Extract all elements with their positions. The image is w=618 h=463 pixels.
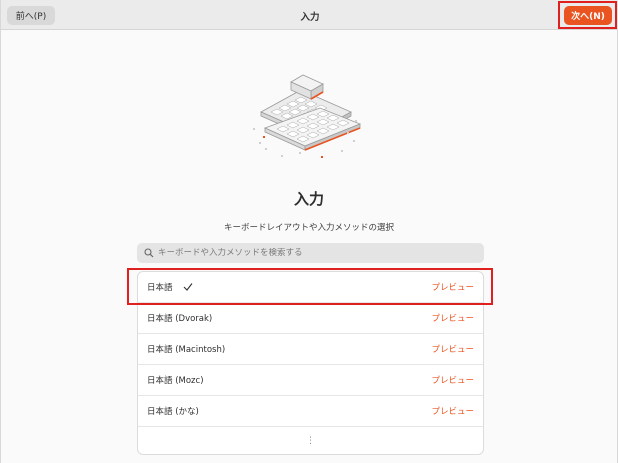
layout-label: 日本語 (Dvorak) (147, 314, 213, 324)
preview-link[interactable]: プレビュー (431, 405, 474, 417)
window-title: 入力 (300, 12, 320, 23)
keyboard-illustration-icon (251, 70, 362, 165)
layout-row-mozc[interactable]: 日本語 (Mozc) プレビュー (138, 365, 483, 396)
page-heading: 入力 (293, 190, 324, 208)
more-options-button[interactable]: ⋮ (138, 427, 483, 454)
preview-link[interactable]: プレビュー (431, 312, 474, 324)
layout-label: 日本語 (Macintosh) (147, 345, 226, 355)
header-bar: 前へ(P) 入力 次へ(N) (1, 0, 618, 30)
preview-link[interactable]: プレビュー (431, 343, 474, 355)
window: 前へ(P) 入力 次へ(N) 入力 キーボードレイアウトや入力メソッドの選択 キ… (0, 0, 618, 463)
search-icon (144, 248, 154, 258)
layout-label: 日本語 (かな) (147, 407, 199, 417)
search-field[interactable] (137, 243, 484, 263)
selected-row-highlight (127, 268, 493, 305)
page-subtitle: キーボードレイアウトや入力メソッドの選択 (223, 223, 394, 233)
layout-label: 日本語 (Mozc) (147, 376, 204, 386)
layout-row-macintosh[interactable]: 日本語 (Macintosh) プレビュー (138, 334, 483, 365)
preview-link[interactable]: プレビュー (431, 374, 474, 386)
layout-row-kana[interactable]: 日本語 (かな) プレビュー (138, 396, 483, 427)
layout-row-dvorak[interactable]: 日本語 (Dvorak) プレビュー (138, 303, 483, 334)
search-input[interactable] (158, 248, 458, 258)
next-button[interactable]: 次へ(N) (564, 6, 612, 25)
